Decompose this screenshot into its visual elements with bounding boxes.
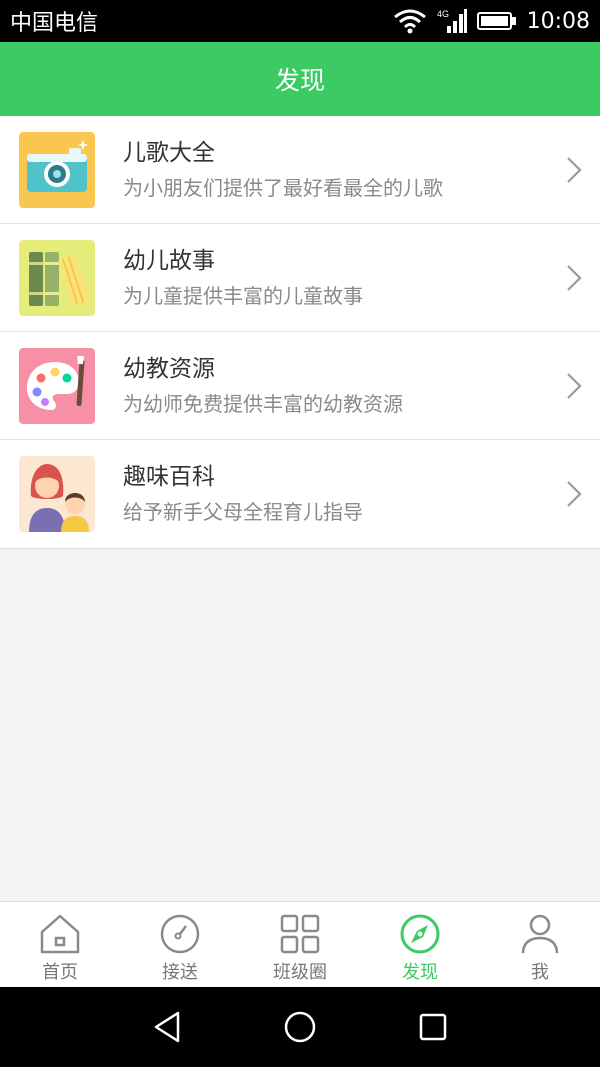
carrier-name: 中国电信: [10, 11, 99, 36]
chevron-right-icon: [567, 156, 582, 183]
user-icon: [521, 914, 559, 954]
bottom-tab-bar: 首页 接送 班级圈 发现 我: [0, 901, 600, 987]
status-bar: 中国电信 4G 10:08: [0, 0, 600, 42]
network-type: 4G: [437, 9, 449, 19]
list-item-nursery-rhymes[interactable]: 儿歌大全 为小朋友们提供了最好看最全的儿歌: [0, 116, 600, 224]
list-item-kids-stories[interactable]: 幼儿故事 为儿童提供丰富的儿童故事: [0, 224, 600, 332]
list-item-desc: 为儿童提供丰富的儿童故事: [123, 283, 363, 308]
list-item-desc: 给予新手父母全程育儿指导: [123, 500, 363, 524]
books-icon: [19, 239, 95, 316]
list-item-title: 幼教资源: [123, 355, 215, 382]
discover-list: 儿歌大全 为小朋友们提供了最好看最全的儿歌 幼儿故事 为儿童提供丰富的儿童故事: [0, 116, 600, 549]
tab-discover[interactable]: 发现: [360, 902, 480, 988]
list-item-title: 儿歌大全: [123, 139, 215, 166]
palette-icon: [19, 347, 95, 424]
chevron-right-icon: [567, 264, 582, 291]
battery-icon: [476, 12, 516, 30]
back-icon[interactable]: [148, 1007, 188, 1047]
header-bar: 发现: [0, 42, 600, 116]
chevron-right-icon: [567, 372, 582, 399]
dial-icon: [160, 914, 200, 954]
list-item-text: 趣味百科 给予新手父母全程育儿指导: [123, 462, 363, 526]
list-item-desc: 为小朋友们提供了最好看最全的儿歌: [123, 175, 443, 200]
list-item-title: 趣味百科: [123, 464, 215, 490]
tab-label: 首页: [42, 962, 78, 983]
home-icon: [40, 914, 80, 954]
tab-pickup[interactable]: 接送: [120, 902, 240, 988]
clock: 10:08: [526, 8, 590, 34]
list-item-fun-encyclopedia[interactable]: 趣味百科 给予新手父母全程育儿指导: [0, 440, 600, 548]
tab-class-circle[interactable]: 班级圈: [240, 902, 360, 988]
tab-label: 发现: [402, 962, 438, 983]
list-item-text: 儿歌大全 为小朋友们提供了最好看最全的儿歌: [123, 138, 443, 202]
recents-icon[interactable]: [413, 1007, 453, 1047]
tab-me[interactable]: 我: [480, 902, 600, 988]
chevron-right-icon: [567, 481, 582, 507]
tab-home[interactable]: 首页: [0, 902, 120, 988]
tab-label: 接送: [162, 962, 198, 983]
list-item-desc: 为幼师免费提供丰富的幼教资源: [123, 391, 403, 416]
signal-icon: 4G: [437, 9, 467, 33]
tab-label: 我: [531, 962, 549, 983]
home-button-icon[interactable]: [280, 1007, 320, 1047]
compass-icon: [400, 914, 440, 954]
tab-label: 班级圈: [273, 962, 327, 983]
family-icon: [19, 456, 95, 532]
page-title: 发现: [274, 66, 325, 95]
list-item-text: 幼儿故事 为儿童提供丰富的儿童故事: [123, 246, 363, 310]
list-item-teaching-resources[interactable]: 幼教资源 为幼师免费提供丰富的幼教资源: [0, 332, 600, 440]
list-item-text: 幼教资源 为幼师免费提供丰富的幼教资源: [123, 354, 403, 418]
system-nav-bar: [0, 987, 600, 1067]
status-icons: 4G 10:08: [393, 8, 590, 34]
list-item-title: 幼儿故事: [123, 247, 215, 274]
wifi-icon: [393, 9, 426, 34]
grid-icon: [280, 914, 320, 954]
camera-icon: [19, 131, 95, 208]
